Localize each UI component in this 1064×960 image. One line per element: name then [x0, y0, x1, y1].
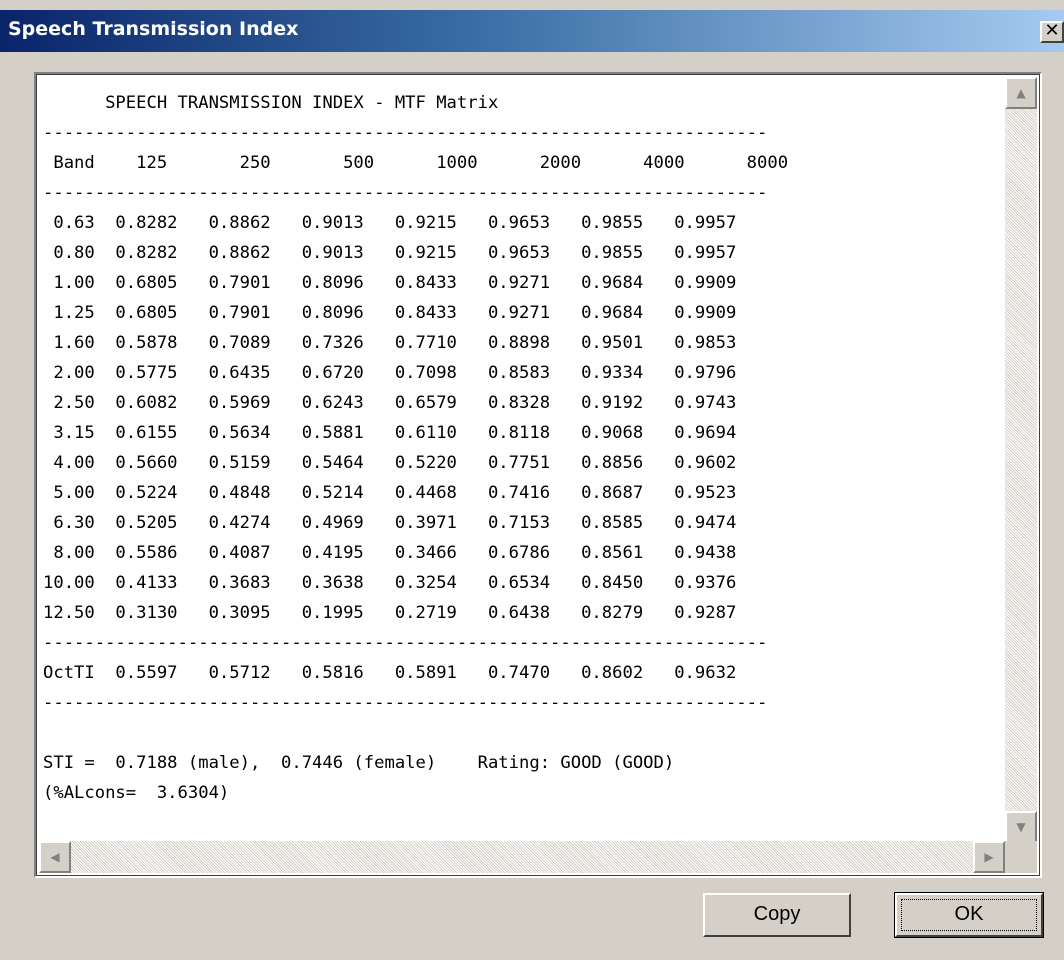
arrow-right-icon: ▶ [984, 850, 994, 864]
report-text: SPEECH TRANSMISSION INDEX - MTF Matrix -… [43, 93, 789, 803]
scroll-down-button[interactable]: ▼ [1005, 811, 1037, 843]
report-text-area[interactable]: SPEECH TRANSMISSION INDEX - MTF Matrix -… [34, 72, 1042, 878]
scroll-right-button[interactable]: ▶ [973, 841, 1005, 873]
scroll-left-button[interactable]: ◀ [39, 841, 71, 873]
close-button[interactable]: ✕ [1040, 21, 1064, 43]
scrollbar-corner [1005, 841, 1037, 873]
report-viewport: SPEECH TRANSMISSION INDEX - MTF Matrix -… [39, 77, 1005, 843]
arrow-down-icon: ▼ [1016, 820, 1026, 834]
ok-button[interactable]: OK [894, 892, 1044, 938]
close-icon: ✕ [1044, 20, 1060, 41]
title-bar[interactable]: Speech Transmission Index ✕ [0, 10, 1064, 52]
scroll-up-button[interactable]: ▲ [1005, 77, 1037, 109]
vertical-scrollbar[interactable]: ▲ ▼ [1005, 77, 1037, 843]
copy-button-label: Copy [753, 903, 801, 925]
copy-button[interactable]: Copy [703, 893, 851, 937]
focus-rectangle [901, 899, 1037, 931]
window-title: Speech Transmission Index [8, 18, 299, 40]
horizontal-scrollbar[interactable]: ◀ ▶ [39, 841, 1005, 873]
arrow-up-icon: ▲ [1016, 86, 1026, 100]
arrow-left-icon: ◀ [50, 850, 60, 864]
